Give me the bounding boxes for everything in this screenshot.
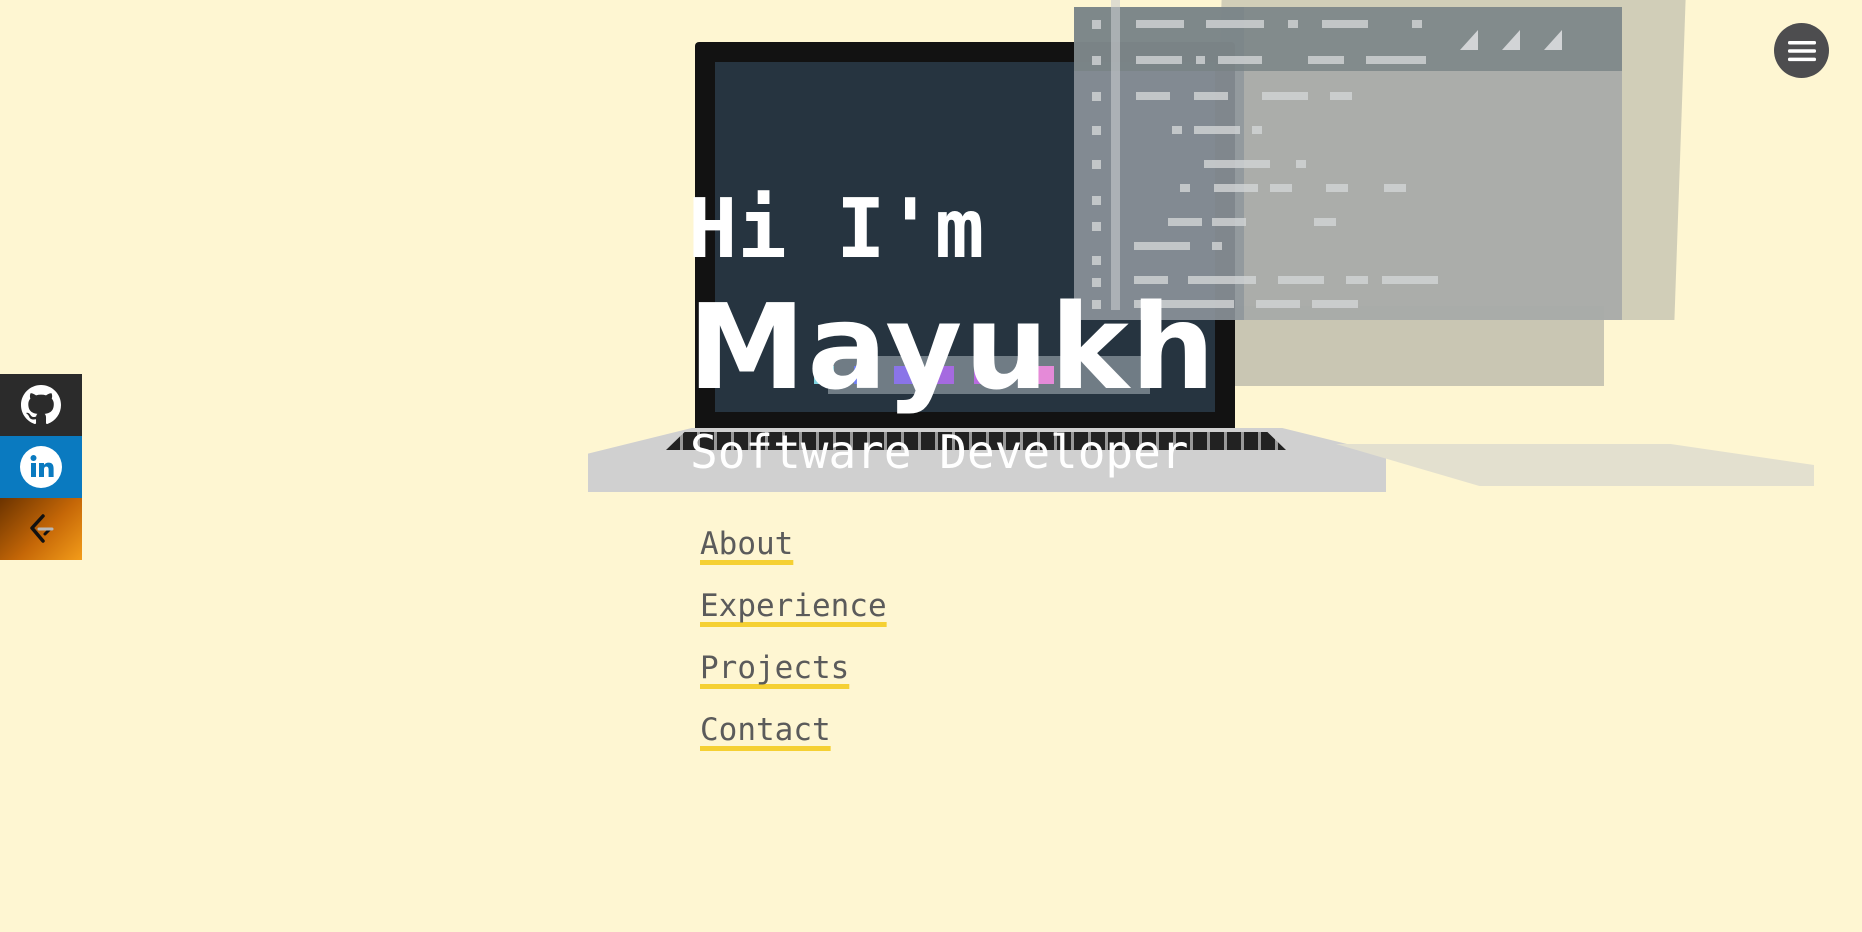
code-gutter-mark	[1092, 126, 1101, 135]
code-line	[1322, 20, 1368, 28]
code-line	[1194, 92, 1228, 100]
code-line	[1212, 242, 1222, 250]
linkedin-link[interactable]	[0, 436, 82, 498]
nav-link-experience[interactable]: Experience	[700, 584, 887, 646]
code-line	[1288, 20, 1298, 28]
nav-link-contact[interactable]: Contact	[700, 708, 887, 770]
leetcode-link[interactable]	[0, 498, 82, 560]
hero-name: Mayukh	[688, 278, 1217, 416]
code-gutter-mark	[1092, 160, 1101, 169]
main-nav: About Experience Projects Contact	[700, 522, 887, 770]
code-line	[1206, 20, 1264, 28]
github-link[interactable]	[0, 374, 82, 436]
signal-bars-icon	[1460, 30, 1562, 50]
code-line	[1218, 56, 1262, 64]
floating-keyboard-panel	[1336, 444, 1814, 486]
code-editor-divider	[1111, 0, 1120, 310]
linkedin-icon	[20, 446, 62, 488]
code-line	[1136, 92, 1170, 100]
code-line	[1412, 20, 1422, 28]
code-line	[1278, 276, 1324, 284]
code-line	[1204, 160, 1270, 168]
code-line	[1366, 56, 1426, 64]
portfolio-page: Hi I'm Mayukh Software Developer About E…	[0, 0, 1862, 932]
code-line	[1172, 126, 1182, 134]
code-line	[1330, 92, 1352, 100]
code-line	[1136, 56, 1182, 64]
code-line	[1312, 300, 1358, 308]
code-gutter-mark	[1092, 222, 1101, 231]
github-icon	[21, 385, 61, 425]
code-line	[1194, 126, 1240, 134]
code-line	[1136, 20, 1184, 28]
code-gutter-mark	[1092, 256, 1101, 265]
code-line	[1296, 160, 1306, 168]
code-line	[1134, 242, 1190, 250]
hero-role: Software Developer	[690, 425, 1189, 479]
hero-greeting: Hi I'm	[688, 182, 985, 277]
code-gutter-mark	[1092, 56, 1101, 65]
code-line	[1196, 56, 1205, 64]
code-line	[1214, 184, 1258, 192]
code-line	[1308, 56, 1344, 64]
code-line	[1262, 92, 1308, 100]
code-line	[1314, 218, 1336, 226]
code-line	[1346, 276, 1368, 284]
code-line	[1168, 218, 1202, 226]
nav-link-projects[interactable]: Projects	[700, 646, 887, 708]
leetcode-icon	[30, 514, 54, 543]
code-line	[1212, 218, 1246, 226]
code-gutter-mark	[1092, 196, 1101, 205]
hamburger-menu-icon	[1787, 40, 1816, 61]
code-line	[1256, 300, 1300, 308]
code-gutter-mark	[1092, 20, 1101, 29]
code-line	[1270, 184, 1292, 192]
code-line	[1326, 184, 1348, 192]
code-line	[1382, 276, 1438, 284]
menu-button[interactable]	[1774, 23, 1829, 78]
code-line	[1180, 184, 1190, 192]
code-line	[1252, 126, 1262, 134]
code-gutter-mark	[1092, 92, 1101, 101]
code-line	[1384, 184, 1406, 192]
social-sidebar	[0, 374, 82, 560]
nav-link-about[interactable]: About	[700, 522, 887, 584]
